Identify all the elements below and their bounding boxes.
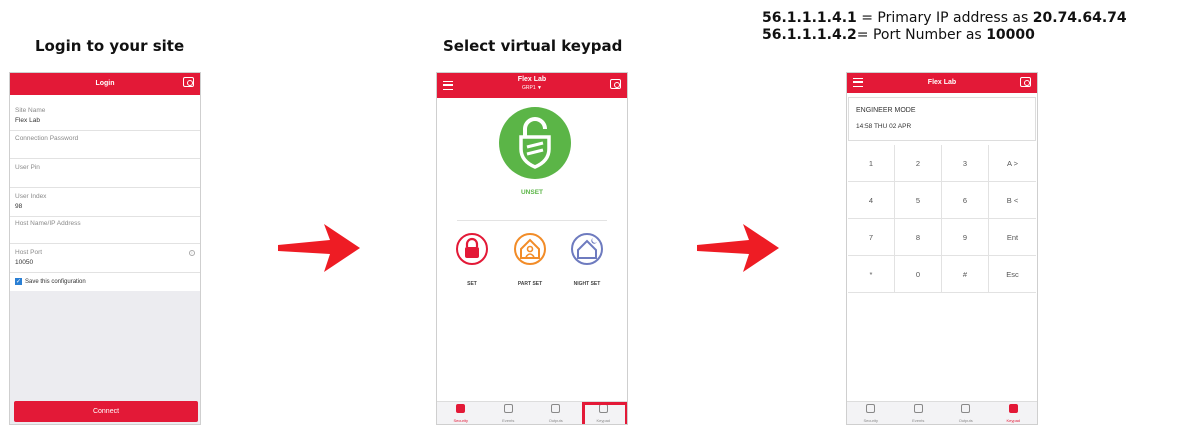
keypad-key[interactable]: 7 — [848, 219, 895, 256]
keypad-icon — [1008, 404, 1018, 413]
keypad-key[interactable]: 4 — [848, 182, 895, 219]
checkbox-checked-icon[interactable]: ✓ — [15, 278, 22, 285]
keypad-key[interactable]: 9 — [942, 219, 989, 256]
keypad-key[interactable]: 3 — [942, 145, 989, 182]
field-label: Host Name/IP Address — [15, 220, 81, 227]
arrow-right-icon — [697, 224, 779, 272]
keypad-key[interactable]: 2 — [895, 145, 942, 182]
display-mode-line: ENGINEER MODE — [856, 107, 916, 114]
set-button[interactable] — [456, 233, 488, 265]
field-label: Site Name — [15, 107, 46, 114]
outputs-icon — [961, 404, 971, 413]
unset-status-icon[interactable] — [499, 107, 571, 179]
caption-login: Login to your site — [35, 37, 185, 55]
save-config-checkbox[interactable]: ✓ Save this configuration — [15, 278, 86, 285]
camera-icon[interactable] — [610, 79, 621, 89]
night-set-button[interactable] — [571, 233, 603, 265]
camera-icon[interactable] — [183, 77, 194, 87]
field-value: Flex Lab — [15, 117, 40, 124]
tab-outputs[interactable]: Outputs — [532, 401, 580, 424]
keypad-key[interactable]: A > — [989, 145, 1036, 182]
tab-label: Security — [453, 418, 468, 423]
keypad-key[interactable]: 8 — [895, 219, 942, 256]
tab-events[interactable]: Events — [485, 401, 533, 424]
tab-events[interactable]: Events — [895, 401, 943, 424]
field-label: Host Port — [15, 249, 43, 256]
group-selector[interactable]: GRP1 ▼ — [437, 85, 627, 91]
keypad-key[interactable]: B < — [989, 182, 1036, 219]
dropdown-caret-icon: ▼ — [537, 85, 542, 91]
tab-security[interactable]: Security — [437, 401, 485, 424]
shield-icon — [866, 404, 876, 413]
app-header: Flex Lab — [847, 73, 1037, 93]
tab-label: Events — [502, 418, 515, 423]
bottom-tab-bar: Security Events Outputs Keypad — [847, 401, 1037, 424]
info-icon[interactable]: i — [189, 250, 195, 256]
host-port-field[interactable]: Host Port 10050 i — [10, 245, 200, 273]
keypad-key[interactable]: 5 — [895, 182, 942, 219]
part-set-label: PART SET — [517, 281, 543, 287]
house-moon-icon — [577, 238, 597, 259]
tab-label: Outputs — [958, 418, 973, 423]
events-icon — [913, 404, 923, 413]
app-header: Login — [10, 73, 200, 95]
tab-label: Events — [912, 418, 925, 423]
tab-security[interactable]: Security — [847, 401, 895, 424]
config-note: 56.1.1.1.4.1 = Primary IP address as 20.… — [762, 10, 1127, 44]
set-label: SET — [467, 281, 477, 287]
header-title: Flex Lab — [517, 76, 547, 83]
tab-label: Security — [863, 418, 878, 423]
night-set-label: NIGHT SET — [573, 281, 601, 287]
tab-label: Outputs — [548, 418, 563, 423]
keypad-key[interactable]: * — [848, 256, 895, 293]
field-label: User Index — [15, 193, 47, 200]
user-index-field[interactable]: User Index 98 — [10, 189, 200, 217]
field-value: 10050 — [15, 259, 34, 266]
outputs-icon — [551, 404, 561, 413]
tab-keypad[interactable]: Keypad — [990, 401, 1038, 424]
events-icon — [503, 404, 513, 413]
keypad-key[interactable]: Esc — [989, 256, 1036, 293]
connect-button[interactable]: Connect — [14, 401, 198, 422]
security-screen: Flex Lab GRP1 ▼ UNSET SET PART SET NIGHT… — [436, 72, 628, 425]
field-label: Connection Password — [15, 135, 79, 142]
arm-status: UNSET — [520, 189, 544, 196]
user-pin-field[interactable]: User Pin — [10, 160, 200, 188]
divider — [457, 220, 607, 221]
keypad-display: ENGINEER MODE 14:58 THU 02 APR — [848, 97, 1036, 141]
caption-select-keypad: Select virtual keypad — [443, 37, 623, 55]
group-label: GRP1 — [522, 85, 536, 91]
note-line-2: 56.1.1.1.4.2= Port Number as 10000 — [762, 27, 1035, 43]
keypad-key[interactable]: Ent — [989, 219, 1036, 256]
note-line-1: 56.1.1.1.4.1 = Primary IP address as 20.… — [762, 10, 1127, 26]
keypad-key[interactable]: 0 — [895, 256, 942, 293]
app-header: Flex Lab GRP1 ▼ — [437, 73, 627, 98]
tab-label: Keypad — [1006, 418, 1021, 423]
header-title: Login — [95, 80, 115, 87]
save-config-label: Save this configuration — [25, 279, 86, 286]
field-label: User Pin — [15, 164, 40, 171]
tab-outputs[interactable]: Outputs — [942, 401, 990, 424]
keypad-key[interactable]: # — [942, 256, 989, 293]
host-address-field[interactable]: Host Name/IP Address — [10, 216, 200, 244]
login-screen: Login Site Name Flex Lab Connection Pass… — [9, 72, 201, 425]
site-name-field[interactable]: Site Name Flex Lab — [10, 103, 200, 131]
lock-icon — [465, 237, 479, 258]
display-time-line: 14:58 THU 02 APR — [856, 123, 912, 130]
shield-icon — [456, 404, 466, 413]
keypad-tab-highlight — [582, 402, 627, 424]
house-person-icon — [520, 238, 540, 259]
keypad-screen: Flex Lab ENGINEER MODE 14:58 THU 02 APR … — [846, 72, 1038, 425]
unlocked-shield-icon — [519, 117, 551, 169]
connection-password-field[interactable]: Connection Password — [10, 131, 200, 159]
keypad-key[interactable]: 1 — [848, 145, 895, 182]
part-set-button[interactable] — [514, 233, 546, 265]
camera-icon[interactable] — [1020, 77, 1031, 87]
header-title: Flex Lab — [927, 79, 957, 86]
keypad-key[interactable]: 6 — [942, 182, 989, 219]
field-value: 98 — [15, 203, 23, 210]
arrow-right-icon — [278, 224, 360, 272]
